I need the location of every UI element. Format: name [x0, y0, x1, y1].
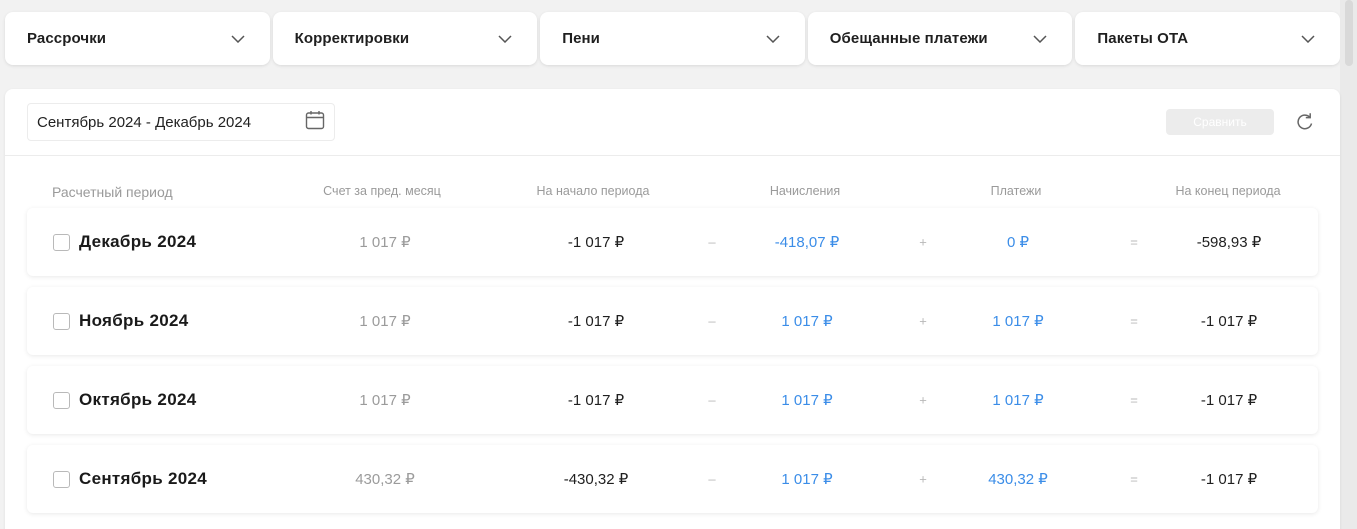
operator-minus: –: [708, 313, 716, 329]
col-header-end: На конец периода: [1175, 184, 1281, 198]
row-end: -1 017 ₽: [1200, 471, 1258, 488]
row-prev-bill: 1 017 ₽: [359, 392, 411, 409]
row-period: Октябрь 2024: [79, 390, 197, 409]
col-header-payments: Платежи: [990, 184, 1042, 198]
row-checkbox[interactable]: [53, 234, 70, 251]
tab-label: Корректировки: [294, 30, 410, 47]
row-payments[interactable]: 430,32 ₽: [988, 470, 1048, 488]
row-period: Ноябрь 2024: [79, 311, 189, 330]
operator-plus: +: [919, 392, 927, 408]
chevron-down-icon: [765, 31, 781, 47]
tab-label: Обещанные платежи: [829, 30, 988, 47]
row-payments[interactable]: 0 ₽: [1007, 233, 1029, 251]
row-period: Сентябрь 2024: [79, 469, 208, 488]
table-row[interactable]: Сентябрь 2024 430,32 ₽ -430,32 ₽ – 1 017…: [27, 445, 1318, 513]
scrollbar-thumb[interactable]: [1345, 0, 1353, 66]
date-range-value: Сентябрь 2024 - Декабрь 2024: [37, 113, 252, 131]
row-start: -430,32 ₽: [563, 471, 629, 488]
scrollbar[interactable]: [1340, 0, 1357, 529]
col-header-charges: Начисления: [769, 184, 841, 198]
row-start: -1 017 ₽: [567, 313, 625, 330]
row-end: -598,93 ₽: [1196, 234, 1262, 251]
chevron-down-icon: [1032, 31, 1048, 47]
operator-minus: –: [708, 471, 716, 487]
row-prev-bill: 1 017 ₽: [359, 234, 411, 251]
table-row[interactable]: Октябрь 2024 1 017 ₽ -1 017 ₽ – 1 017 ₽ …: [27, 366, 1318, 434]
row-payments[interactable]: 1 017 ₽: [992, 391, 1043, 409]
row-charges[interactable]: 1 017 ₽: [781, 391, 832, 409]
row-payments[interactable]: 1 017 ₽: [992, 312, 1043, 330]
row-charges[interactable]: 1 017 ₽: [781, 470, 832, 488]
row-checkbox[interactable]: [53, 392, 70, 409]
row-checkbox[interactable]: [53, 471, 70, 488]
filter-tabs: Рассрочки Корректировки Пени Обещанные п…: [5, 12, 1340, 65]
panel-toolbar: Сентябрь 2024 - Декабрь 2024 Сравнить: [5, 89, 1340, 156]
row-start: -1 017 ₽: [567, 392, 625, 409]
operator-plus: +: [919, 234, 927, 250]
table-row[interactable]: Декабрь 2024 1 017 ₽ -1 017 ₽ – -418,07 …: [27, 208, 1318, 276]
tab-label: Пакеты ОТА: [1097, 30, 1189, 47]
tab-installments[interactable]: Рассрочки: [5, 12, 270, 65]
row-prev-bill: 1 017 ₽: [359, 313, 411, 330]
operator-equals: =: [1130, 471, 1138, 487]
tab-label: Рассрочки: [27, 30, 107, 47]
operator-minus: –: [708, 392, 716, 408]
operator-equals: =: [1130, 392, 1138, 408]
chevron-down-icon: [1300, 31, 1316, 47]
row-end: -1 017 ₽: [1200, 392, 1258, 409]
operator-plus: +: [919, 313, 927, 329]
chevron-down-icon: [230, 31, 246, 47]
operator-minus: –: [708, 234, 716, 250]
chevron-down-icon: [497, 31, 513, 47]
tab-adjustments[interactable]: Корректировки: [272, 12, 538, 65]
tab-promised-payments[interactable]: Обещанные платежи: [807, 12, 1073, 65]
operator-equals: =: [1130, 234, 1138, 250]
compare-button[interactable]: Сравнить: [1166, 109, 1274, 135]
date-range-picker[interactable]: Сентябрь 2024 - Декабрь 2024: [27, 103, 335, 141]
row-start: -1 017 ₽: [567, 234, 625, 251]
calendar-icon: [304, 109, 326, 136]
row-charges[interactable]: 1 017 ₽: [781, 312, 832, 330]
col-header-prev-bill: Счет за пред. месяц: [323, 184, 441, 198]
row-checkbox[interactable]: [53, 313, 70, 330]
col-header-period: Расчетный период: [52, 184, 173, 200]
row-period: Декабрь 2024: [79, 232, 197, 251]
table-row[interactable]: Ноябрь 2024 1 017 ₽ -1 017 ₽ – 1 017 ₽ +…: [27, 287, 1318, 355]
row-prev-bill: 430,32 ₽: [355, 471, 415, 488]
operator-equals: =: [1130, 313, 1138, 329]
operator-plus: +: [919, 471, 927, 487]
col-header-start: На начало периода: [536, 184, 650, 198]
row-end: -1 017 ₽: [1200, 313, 1258, 330]
refresh-icon[interactable]: [1295, 111, 1315, 133]
tab-ota-packages[interactable]: Пакеты ОТА: [1075, 12, 1340, 65]
row-charges[interactable]: -418,07 ₽: [775, 233, 840, 251]
tab-label: Пени: [562, 30, 600, 47]
tab-penalties[interactable]: Пени: [540, 12, 805, 65]
